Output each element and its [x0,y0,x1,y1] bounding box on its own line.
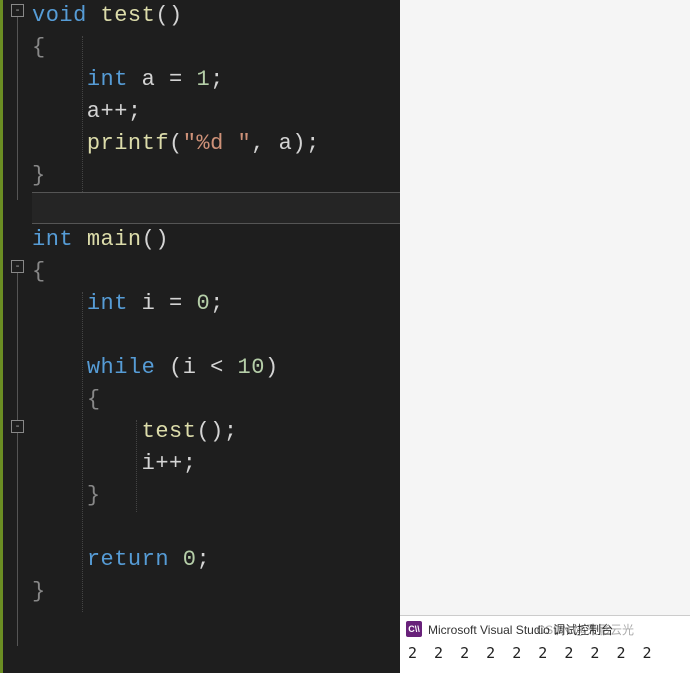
code-area[interactable]: void test(){ int a = 1; a++; printf("%d … [28,0,400,673]
fold-toggle-icon[interactable]: - [11,420,24,433]
code-token [32,387,87,412]
code-token: { [87,387,101,412]
code-token: 0 [196,291,210,316]
code-token: a = [128,67,197,92]
code-token: 10 [238,355,265,380]
code-line[interactable]: } [32,160,400,192]
code-token: test [101,3,156,28]
code-token: () [142,227,169,252]
fold-toggle-icon[interactable]: - [11,260,24,273]
right-panel: C\\ Microsoft Visual Studio 调试控制台 CSDN @… [400,0,690,673]
fold-toggle-icon[interactable]: - [11,4,24,17]
code-token [87,3,101,28]
code-token: () [155,3,182,28]
console-output: 2 2 2 2 2 2 2 2 2 2 [400,642,690,664]
code-token [32,355,87,380]
code-token: () [196,419,223,444]
console-titlebar: C\\ Microsoft Visual Studio 调试控制台 CSDN @… [400,616,690,642]
code-editor[interactable]: --- void test(){ int a = 1; a++; printf(… [0,0,400,673]
code-token: test [142,419,197,444]
code-token [73,227,87,252]
code-line[interactable]: return 0; [32,544,400,576]
code-token: "%d " [183,131,252,156]
code-line[interactable]: { [32,32,400,64]
code-token: { [32,259,46,284]
code-token: int [87,291,128,316]
code-token: 1 [196,67,210,92]
code-line[interactable] [32,320,400,352]
code-token: ; [306,131,320,156]
code-token: void [32,3,87,28]
code-line[interactable]: { [32,384,400,416]
code-line[interactable]: printf("%d ", a); [32,128,400,160]
code-token: } [32,163,46,188]
code-token: return [87,547,169,572]
code-token [169,547,183,572]
code-token [32,419,142,444]
code-line[interactable]: a++; [32,96,400,128]
code-token [32,291,87,316]
code-gutter: - - - [0,0,28,673]
code-token: , a [251,131,292,156]
code-token [32,547,87,572]
code-line[interactable] [32,512,400,544]
code-token [155,355,169,380]
code-token: printf [87,131,169,156]
code-token: ( [169,355,183,380]
code-token: main [87,227,142,252]
code-token: ) [265,355,279,380]
code-token: i++; [32,451,196,476]
visual-studio-icon: C\\ [406,621,422,637]
code-token: } [32,579,46,604]
code-token [32,483,87,508]
code-line[interactable]: int main() [32,224,400,256]
code-line[interactable]: } [32,480,400,512]
code-line[interactable]: int a = 1; [32,64,400,96]
code-token: i = [128,291,197,316]
code-token [32,67,87,92]
code-token: int [87,67,128,92]
code-token: int [32,227,73,252]
code-line[interactable]: void test() [32,0,400,32]
code-separator [32,192,400,224]
code-token: ; [196,547,210,572]
code-line[interactable]: test(); [32,416,400,448]
code-line[interactable]: while (i < 10) [32,352,400,384]
code-line[interactable]: int i = 0; [32,288,400,320]
code-token: a++; [32,99,142,124]
code-token [32,131,87,156]
debug-console-window[interactable]: C\\ Microsoft Visual Studio 调试控制台 CSDN @… [400,615,690,673]
code-line[interactable]: } [32,576,400,608]
code-token: ) [292,131,306,156]
panel-blank [400,0,690,615]
code-token: 0 [183,547,197,572]
code-line[interactable]: { [32,256,400,288]
code-token: } [87,483,101,508]
code-line[interactable]: i++; [32,448,400,480]
code-token: ( [169,131,183,156]
code-token: ; [210,291,224,316]
code-token: ; [210,67,224,92]
code-token: { [32,35,46,60]
code-token: ; [224,419,238,444]
console-title-text: Microsoft Visual Studio 调试控制台 [428,621,613,638]
code-token: i < [183,355,238,380]
code-token: while [87,355,156,380]
